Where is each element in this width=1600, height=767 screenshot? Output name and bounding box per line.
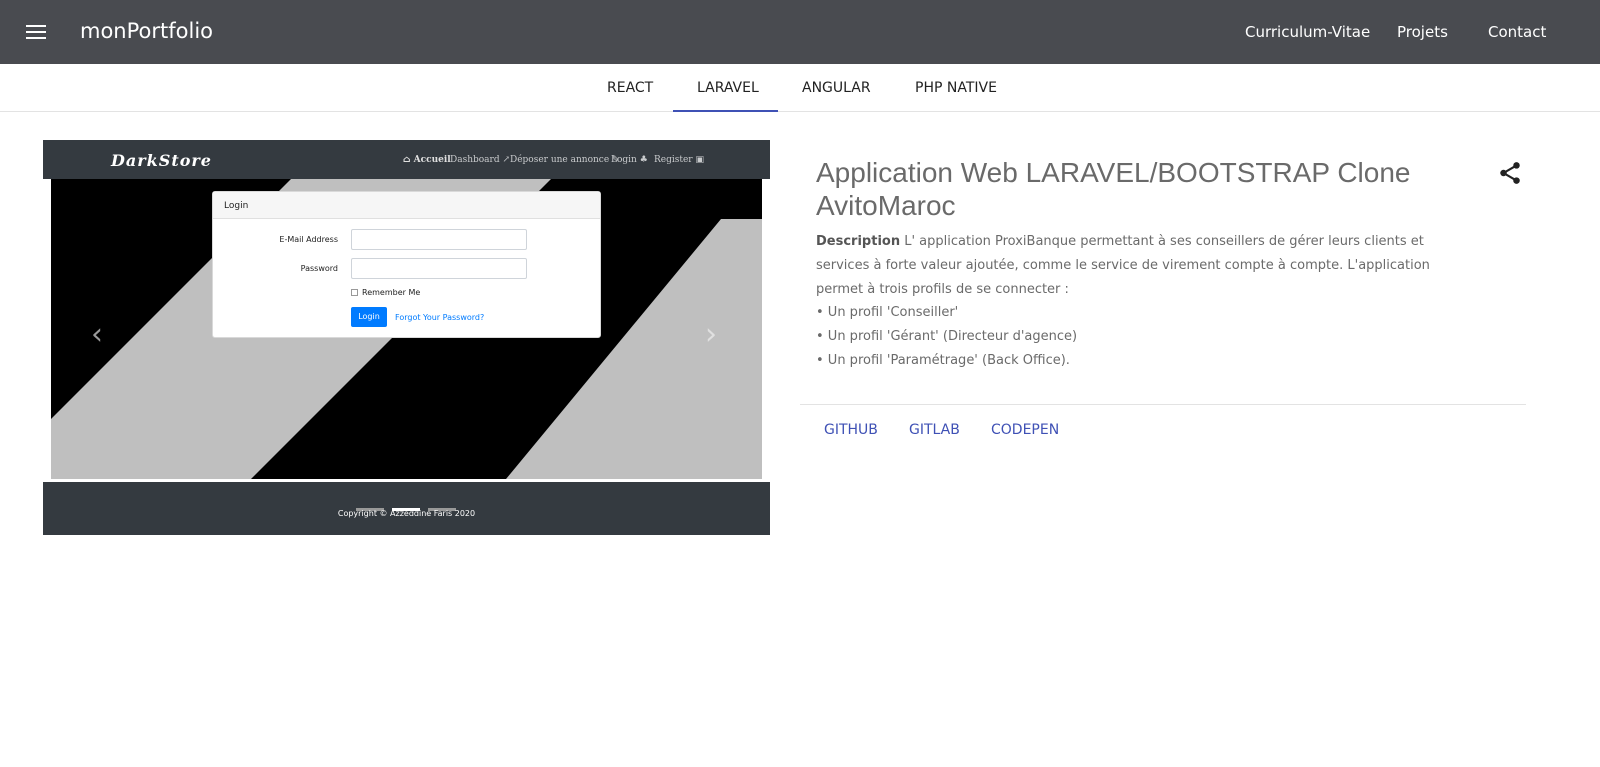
project-tabs: REACT LARAVEL ANGULAR PHP NATIVE — [0, 64, 1600, 112]
description-label: Description — [816, 234, 901, 249]
tab-laravel[interactable]: LARAVEL — [697, 80, 759, 96]
gitlab-link[interactable]: GITLAB — [909, 422, 960, 438]
screenshot-footer: Copyright © Azzeddine Faris 2020 — [43, 482, 770, 535]
tab-angular[interactable]: ANGULAR — [802, 80, 871, 96]
app-bar: monPortfolio Curriculum-Vitae Projets Co… — [0, 0, 1600, 64]
project-screenshot: DarkStore ⌂ Accueil Dashboard ↗ Déposer … — [43, 140, 770, 535]
github-link[interactable]: GITHUB — [824, 422, 878, 438]
nav-contact[interactable]: Contact — [1488, 23, 1546, 41]
codepen-link[interactable]: CODEPEN — [991, 422, 1059, 438]
screenshot-login-card: Login E-Mail Address Password Remember M… — [212, 191, 601, 338]
project-title: Application Web LARAVEL/BOOTSTRAP Clone … — [816, 157, 1411, 221]
password-label: Password — [300, 264, 338, 273]
screenshot-navbar: DarkStore ⌂ Accueil Dashboard ↗ Déposer … — [43, 140, 770, 179]
login-card-title: Login — [213, 192, 600, 219]
remember-checkbox-preview — [351, 289, 358, 296]
nav-curriculum-vitae[interactable]: Curriculum-Vitae — [1245, 23, 1370, 41]
project-description: Description L' application ProxiBanque p… — [816, 230, 1446, 302]
section-divider — [800, 404, 1526, 405]
tab-php-native[interactable]: PHP NATIVE — [915, 80, 997, 96]
email-field-preview — [351, 229, 527, 250]
share-icon[interactable] — [1497, 160, 1523, 186]
menu-icon[interactable] — [24, 20, 48, 44]
screenshot-nav-accueil: ⌂ Accueil — [403, 155, 451, 165]
forgot-password-link-preview: Forgot Your Password? — [395, 313, 485, 322]
carousel-prev-icon: ‹ — [91, 317, 103, 352]
screenshot-nav-deposer: Déposer une annonce ✎ — [510, 155, 620, 165]
nav-projets[interactable]: Projets — [1397, 23, 1448, 41]
login-button-preview: Login — [351, 307, 387, 327]
profile-bullet: • Un profil 'Paramétrage' (Back Office). — [816, 353, 1070, 368]
screenshot-copyright: Copyright © Azzeddine Faris 2020 — [337, 509, 476, 518]
profile-bullet: • Un profil 'Conseiller' — [816, 305, 959, 320]
description-text: L' application ProxiBanque permettant à … — [816, 234, 1430, 297]
email-label: E-Mail Address — [279, 235, 338, 244]
darkstore-logo: DarkStore — [111, 151, 212, 170]
brand-title[interactable]: monPortfolio — [80, 19, 213, 43]
carousel-next-icon: › — [705, 317, 717, 352]
remember-label: Remember Me — [362, 288, 421, 297]
tab-react[interactable]: REACT — [607, 80, 653, 96]
password-field-preview — [351, 258, 527, 279]
profile-bullet: • Un profil 'Gérant' (Directeur d'agence… — [816, 329, 1078, 344]
screenshot-nav-login: Login ♣ — [611, 155, 648, 165]
active-tab-indicator — [673, 110, 778, 112]
screenshot-nav-dashboard: Dashboard ↗ — [450, 155, 511, 165]
screenshot-nav-register: Register ▣ — [654, 155, 704, 165]
